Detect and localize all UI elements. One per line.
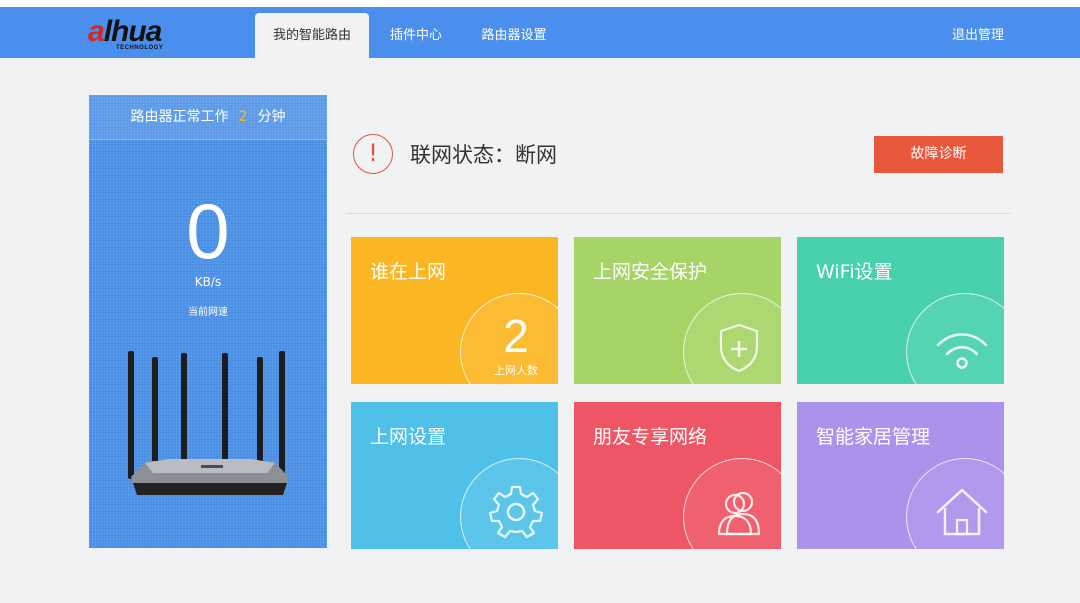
tile-wifi-settings[interactable]: WiFi设置 bbox=[797, 237, 1004, 384]
top-strip bbox=[0, 0, 1080, 7]
home-icon bbox=[936, 488, 988, 536]
uptime-bar: 路由器正常工作 2 分钟 bbox=[89, 95, 327, 140]
tile-title: 上网设置 bbox=[370, 426, 447, 448]
dahua-logo: alhua TECHNOLOGY bbox=[88, 15, 208, 55]
uptime-unit: 分钟 bbox=[257, 109, 286, 125]
logout-link[interactable]: 退出管理 bbox=[952, 13, 1004, 58]
tile-title: 上网安全保护 bbox=[593, 261, 708, 283]
uptime-value: 2 bbox=[238, 109, 248, 125]
network-status-text: 联网状态：断网 bbox=[410, 143, 557, 167]
alert-icon: ! bbox=[353, 134, 393, 174]
tile-security-protection[interactable]: 上网安全保护 bbox=[574, 237, 781, 384]
tile-title: 朋友专享网络 bbox=[593, 426, 708, 448]
top-navbar: alhua TECHNOLOGY 我的智能路由 插件中心 路由器设置 退出管理 bbox=[0, 7, 1080, 58]
tab-router-settings[interactable]: 路由器设置 bbox=[474, 13, 554, 58]
logo-letter-a: a bbox=[88, 15, 105, 48]
tile-smart-home[interactable]: 智能家居管理 bbox=[797, 402, 1004, 549]
logo-subtitle: TECHNOLOGY bbox=[116, 45, 164, 51]
uptime-prefix: 路由器正常工作 bbox=[130, 109, 229, 125]
wifi-icon bbox=[936, 333, 988, 369]
tile-title: 谁在上网 bbox=[370, 261, 447, 283]
tile-friends-network[interactable]: 朋友专享网络 bbox=[574, 402, 781, 549]
tab-my-smart-router[interactable]: 我的智能路由 bbox=[255, 13, 369, 58]
online-users-count: 2 bbox=[503, 310, 529, 362]
tab-plugin-center[interactable]: 插件中心 bbox=[384, 13, 448, 58]
online-users-label: 上网人数 bbox=[494, 364, 538, 377]
logo-wordmark: alhua bbox=[88, 15, 163, 49]
shield-plus-icon bbox=[719, 323, 759, 373]
section-divider bbox=[346, 213, 1010, 214]
router-image bbox=[128, 351, 289, 495]
current-speed-value: 0 bbox=[186, 187, 230, 275]
tile-internet-settings[interactable]: 上网设置 bbox=[351, 402, 558, 549]
tile-who-is-online[interactable]: 谁在上网 2 上网人数 bbox=[351, 237, 558, 384]
router-status-panel: 路由器正常工作 2 分钟 0 KB/s 当前网速 bbox=[89, 95, 327, 548]
logo-letters: lhua bbox=[103, 15, 163, 48]
friends-icon bbox=[717, 491, 761, 536]
gear-icon bbox=[488, 485, 544, 539]
tile-title: WiFi设置 bbox=[816, 261, 893, 283]
tile-title: 智能家居管理 bbox=[816, 426, 931, 448]
current-speed-unit: KB/s bbox=[194, 275, 222, 289]
current-speed-label: 当前网速 bbox=[188, 307, 228, 318]
diagnose-button[interactable]: 故障诊断 bbox=[874, 136, 1003, 173]
